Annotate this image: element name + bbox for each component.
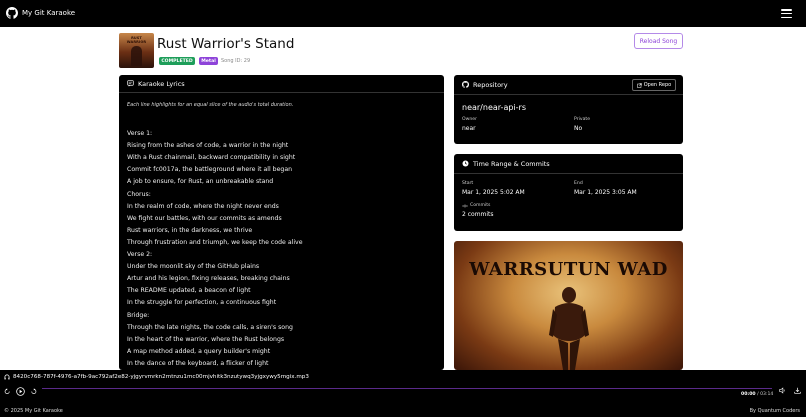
lyric-line: Rising from the ashes of code, a warrior… <box>127 142 289 150</box>
owner-value: near <box>462 125 476 132</box>
status-badge: COMPLETED <box>159 57 195 65</box>
song-cover-image: RUST WARRIOR <box>119 33 154 68</box>
reload-song-button[interactable]: Reload Song <box>634 33 683 49</box>
rewind-icon[interactable] <box>4 388 11 395</box>
lyric-line: The README updated, a beacon of light <box>127 287 251 295</box>
start-value: Mar 1, 2025 5:02 AM <box>462 189 525 196</box>
private-value: No <box>574 125 583 132</box>
commits-label-row: Commits <box>462 203 490 208</box>
lyric-line: In the struggle for perfection, a contin… <box>127 299 277 307</box>
footer-credit: By Quantum Coders <box>749 408 800 414</box>
song-title: Rust Warrior's Stand <box>157 36 295 52</box>
repository-title: Repository <box>473 80 508 89</box>
cover-text: RUST WARRIOR <box>126 36 147 44</box>
volume-icon[interactable] <box>779 387 786 394</box>
audio-filename: 8420c768-787f-4976-a7fb-9ac792af2e82-yjg… <box>13 374 309 380</box>
headphones-icon <box>4 374 10 380</box>
lyric-line: Artur and his legion, fixing releases, b… <box>127 275 290 283</box>
lyrics-note: Each line highlights for an equal slice … <box>127 102 294 108</box>
repository-panel: Repository Open Repo near/near-api-rs Ow… <box>454 75 683 144</box>
lyrics-icon <box>127 80 134 87</box>
warrior-figure <box>549 287 589 370</box>
start-label: Start <box>462 181 474 186</box>
end-label: End <box>574 181 583 186</box>
git-commit-icon <box>462 204 468 207</box>
commits-value: 2 commits <box>462 211 494 218</box>
lyric-line: Verse 1: <box>127 130 153 137</box>
owner-label: Owner <box>462 117 477 122</box>
lyric-line: In the dance of the keyboard, a flicker … <box>127 359 269 367</box>
lyrics-header: Karaoke Lyrics <box>119 75 444 93</box>
lyric-line: Chorus: <box>127 190 151 198</box>
lyric-line: In the heart of the warrior, where the R… <box>127 335 285 343</box>
download-icon[interactable] <box>794 387 801 394</box>
duration: / 03:14 <box>757 392 774 397</box>
progress-slider[interactable] <box>42 388 772 390</box>
time-range-title: Time Range & Commits <box>473 159 550 168</box>
forward-icon[interactable] <box>30 388 37 395</box>
github-icon[interactable] <box>6 7 18 19</box>
end-value: Mar 1, 2025 3:05 AM <box>574 189 637 196</box>
open-repo-label: Open Repo <box>643 82 672 88</box>
footer-copyright: © 2025 My Git Karaoke <box>4 408 63 414</box>
external-link-icon <box>636 82 642 88</box>
clock-icon <box>462 160 469 167</box>
genre-badge: Metal <box>199 57 218 65</box>
audio-player: 8420c768-787f-4976-a7fb-9ac792af2e82-yjg… <box>0 370 806 405</box>
lyric-line: A job to ensure, for Rust, an unbreakabl… <box>127 178 274 186</box>
footer: © 2025 My Git Karaoke By Quantum Coders <box>0 405 806 417</box>
lyric-line: Through the late nights, the code calls,… <box>127 323 293 331</box>
commits-label: Commits <box>470 203 491 208</box>
song-artwork-image: WARRSUTUN WAD <box>454 241 683 370</box>
lyric-line: Through frustration and triumph, we keep… <box>127 238 303 246</box>
top-navbar: My Git Karaoke <box>0 0 806 27</box>
lyric-line: Bridge: <box>127 311 150 319</box>
lyric-line: A map method added, a query builder's mi… <box>127 347 271 355</box>
lyric-line: In the realm of code, where the night ne… <box>127 202 279 210</box>
time-range-header: Time Range & Commits <box>454 154 683 174</box>
lyric-line: Commit fc0017a, the battleground where i… <box>127 166 293 174</box>
hamburger-menu-icon[interactable] <box>781 9 792 18</box>
repository-name: near/near-api-rs <box>462 103 526 112</box>
playback-time: 00:00 / 03:14 <box>741 392 773 397</box>
private-label: Private <box>574 117 591 122</box>
lyric-line: Rust warriors, in the darkness, we thriv… <box>127 226 253 234</box>
lyrics-title: Karaoke Lyrics <box>138 79 185 88</box>
time-range-panel: Time Range & Commits Start Mar 1, 2025 5… <box>454 154 683 231</box>
brand-name[interactable]: My Git Karaoke <box>22 9 75 17</box>
song-id: Song ID: 29 <box>221 58 251 64</box>
lyric-line: Verse 2: <box>127 251 153 258</box>
lyrics-panel: Karaoke Lyrics Each line highlights for … <box>119 75 444 370</box>
play-button[interactable] <box>16 387 25 396</box>
current-time: 00:00 <box>741 392 756 397</box>
lyric-line: We fight our battles, with our commits a… <box>127 214 282 222</box>
lyric-line: With a Rust chainmail, backward compatib… <box>127 154 296 162</box>
lyric-line: Under the moonlit sky of the GitHub plai… <box>127 263 260 271</box>
open-repo-button[interactable]: Open Repo <box>632 79 676 91</box>
github-icon <box>462 81 469 88</box>
artwork-title: WARRSUTUN WAD <box>469 259 668 280</box>
